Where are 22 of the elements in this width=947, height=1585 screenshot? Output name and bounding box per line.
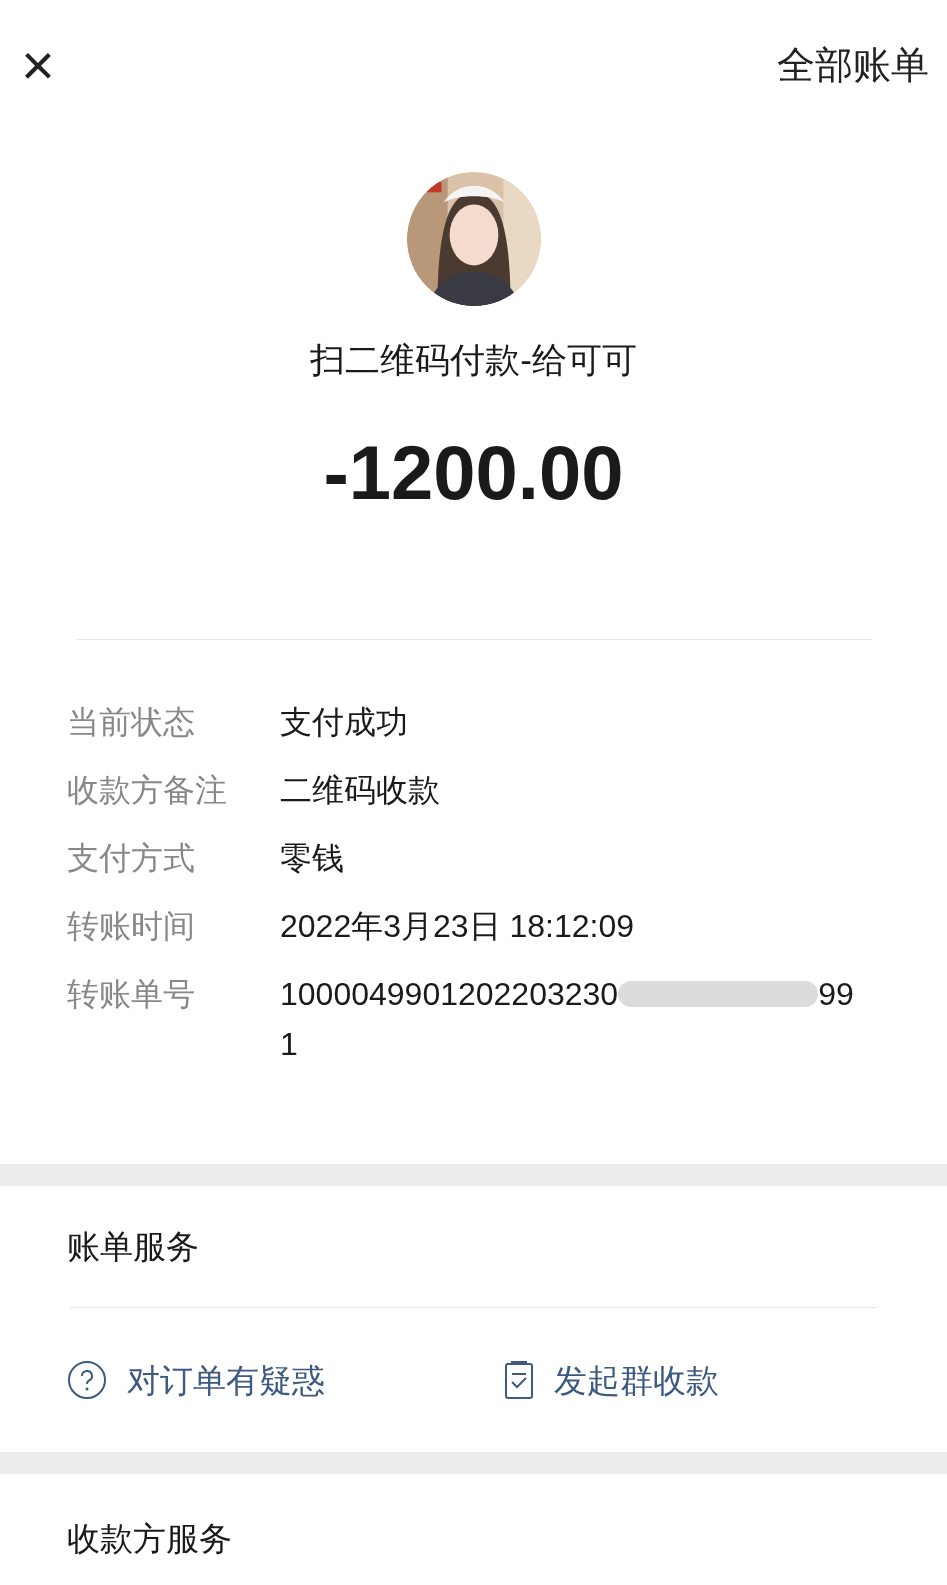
section-title: 收款方服务 xyxy=(66,1522,233,1555)
detail-label: 支付方式 xyxy=(67,839,196,878)
service-link[interactable]: 发起群收款 xyxy=(504,1360,719,1400)
all-bills-link[interactable]: 全部账单 xyxy=(777,46,929,84)
detail-value: 零钱 xyxy=(280,839,344,878)
detail-value: 二维码收款 xyxy=(280,771,440,810)
detail-label: 收款方备注 xyxy=(67,771,228,810)
detail-value: 1000049901202203230 xyxy=(280,975,619,1014)
detail-label: 转账单号 xyxy=(67,975,196,1014)
close-button[interactable]: × xyxy=(18,36,58,94)
detail-value: 支付成功 xyxy=(280,703,408,742)
detail-label: 转账时间 xyxy=(67,907,196,946)
section-title: 账单服务 xyxy=(66,1230,200,1263)
question-icon xyxy=(67,1360,107,1400)
document-icon xyxy=(504,1360,534,1400)
detail-value: 99 xyxy=(818,975,854,1014)
payment-amount: -1200.00 xyxy=(323,435,624,511)
service-link[interactable]: 对订单有疑惑 xyxy=(67,1360,504,1400)
detail-value: 2022年3月23日 18:12:09 xyxy=(280,907,635,946)
payment-title: 扫二维码付款-给可可 xyxy=(310,342,637,377)
detail-value: 1 xyxy=(280,1025,299,1064)
detail-label: 当前状态 xyxy=(67,703,196,742)
